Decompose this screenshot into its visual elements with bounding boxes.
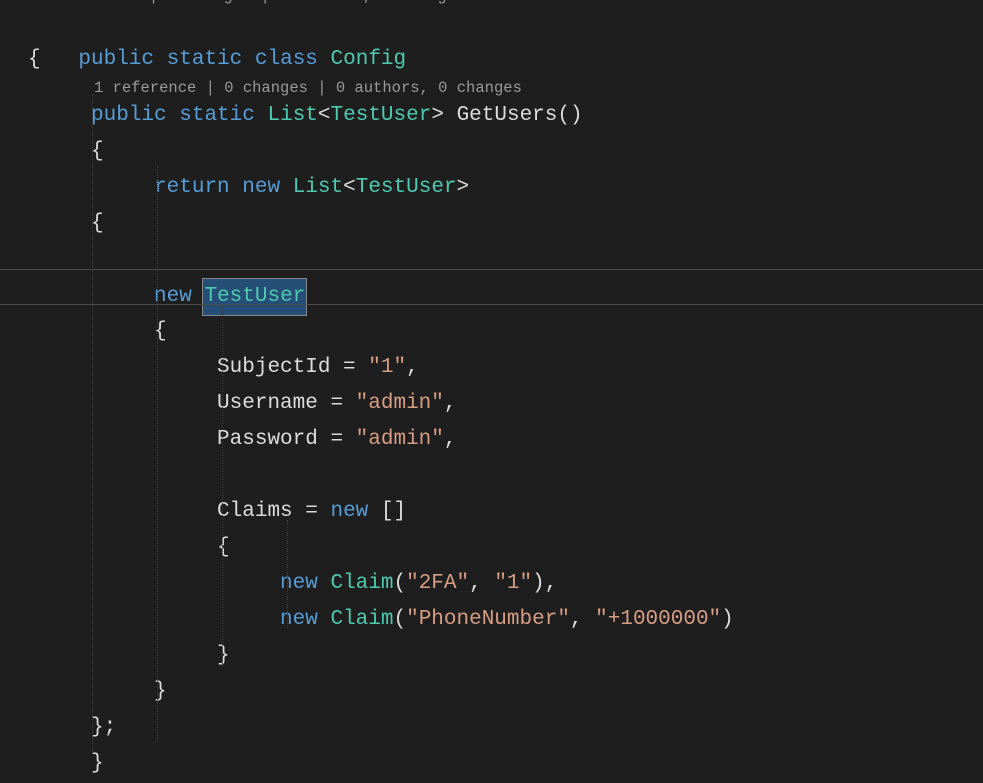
code-line[interactable]: { bbox=[28, 42, 983, 78]
keyword-new: new bbox=[330, 500, 368, 523]
prop-claims: Claims bbox=[217, 500, 293, 523]
code-line[interactable]: Claims = new [] bbox=[28, 494, 983, 530]
string-literal: "2FA" bbox=[406, 572, 469, 595]
prop-subjectid: SubjectId bbox=[217, 356, 330, 379]
code-line[interactable]: { bbox=[28, 530, 983, 566]
keyword-new: new bbox=[242, 176, 280, 199]
type-testuser: TestUser bbox=[331, 104, 432, 127]
brace-close: } bbox=[217, 644, 230, 667]
code-line[interactable]: new Claim("PhoneNumber", "+1000000") bbox=[28, 602, 983, 638]
brace-close: } bbox=[154, 680, 167, 703]
type-claim: Claim bbox=[330, 572, 393, 595]
code-line[interactable]: return new List<TestUser> bbox=[28, 170, 983, 206]
type-testuser: TestUser bbox=[356, 176, 457, 199]
string-literal: "1" bbox=[368, 356, 406, 379]
type-list: List bbox=[293, 176, 343, 199]
code-line[interactable]: public static class Config bbox=[28, 6, 983, 42]
prop-username: Username bbox=[217, 392, 318, 415]
code-line[interactable]: { bbox=[28, 314, 983, 350]
string-literal: "PhoneNumber" bbox=[406, 608, 570, 631]
keyword-public: public bbox=[91, 104, 167, 127]
code-line[interactable]: new Claim("2FA", "1"), bbox=[28, 566, 983, 602]
indent-guide bbox=[222, 306, 223, 666]
code-line[interactable]: }; bbox=[28, 710, 983, 746]
code-editor[interactable]: 5 references | 0 changes | 0 authors, 0 … bbox=[0, 0, 983, 769]
current-line-border-top bbox=[0, 269, 983, 270]
type-claim: Claim bbox=[330, 608, 393, 631]
brace-open: { bbox=[28, 48, 41, 71]
indent-guide bbox=[287, 520, 288, 628]
method-getusers: GetUsers bbox=[457, 104, 558, 127]
string-literal: "+1000000" bbox=[595, 608, 721, 631]
array-brackets: [] bbox=[381, 500, 406, 523]
keyword-new: new bbox=[280, 572, 318, 595]
brace-open: { bbox=[217, 536, 230, 559]
code-line[interactable]: { bbox=[28, 206, 983, 242]
code-line[interactable]: } bbox=[28, 746, 983, 782]
code-line[interactable]: Username = "admin", bbox=[28, 386, 983, 422]
code-line[interactable]: } bbox=[28, 674, 983, 710]
type-list: List bbox=[267, 104, 317, 127]
codelens-inner[interactable]: 1 reference | 0 changes | 0 authors, 0 c… bbox=[28, 78, 983, 98]
code-line[interactable]: } bbox=[28, 638, 983, 674]
code-line[interactable]: public static List<TestUser> GetUsers() bbox=[28, 98, 983, 134]
string-literal: "admin" bbox=[356, 428, 444, 451]
string-literal: "admin" bbox=[356, 392, 444, 415]
current-line-border-bottom bbox=[0, 304, 983, 305]
code-line[interactable] bbox=[28, 458, 983, 494]
code-line[interactable] bbox=[28, 242, 983, 278]
code-line-current[interactable]: new TestUser bbox=[28, 278, 983, 314]
brace-open: { bbox=[154, 320, 167, 343]
keyword-new: new bbox=[280, 608, 318, 631]
code-line[interactable]: { bbox=[28, 134, 983, 170]
code-line[interactable]: SubjectId = "1", bbox=[28, 350, 983, 386]
keyword-return: return bbox=[154, 176, 230, 199]
selection: TestUser bbox=[202, 278, 307, 316]
code-line[interactable]: Password = "admin", bbox=[28, 422, 983, 458]
brace-close: } bbox=[91, 752, 104, 775]
prop-password: Password bbox=[217, 428, 318, 451]
indent-guide bbox=[92, 94, 93, 754]
string-literal: "1" bbox=[494, 572, 532, 595]
indent-guide bbox=[157, 166, 158, 742]
keyword-static: static bbox=[179, 104, 255, 127]
